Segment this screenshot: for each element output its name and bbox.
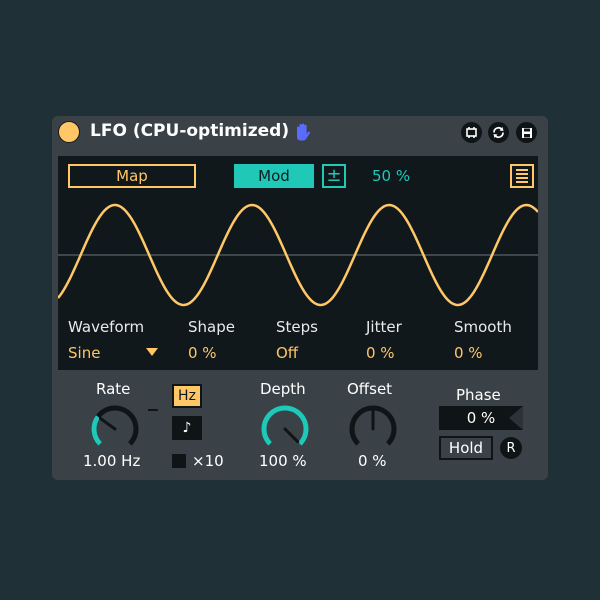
retrigger-button[interactable]: R (500, 437, 522, 459)
menu-button[interactable] (510, 164, 534, 188)
rate-value[interactable]: 1.00 Hz (83, 452, 140, 470)
rate-label: Rate (96, 380, 131, 398)
depth-knob[interactable] (258, 402, 312, 452)
x10-label: ×10 (192, 452, 224, 470)
mod-amount[interactable]: 50 % (372, 167, 410, 185)
save-button[interactable] (516, 122, 537, 143)
lfo-display: Map Mod ± 50 % Waveform Shape Steps Jitt… (58, 156, 538, 370)
power-button[interactable] (58, 121, 80, 143)
param-label-shape: Shape (188, 318, 235, 336)
waveform-select[interactable]: Sine (68, 344, 100, 362)
note-button[interactable]: ♪ (172, 416, 202, 440)
title-bar: LFO (CPU-optimized) (52, 116, 548, 148)
param-label-jitter: Jitter (366, 318, 402, 336)
offset-value[interactable]: 0 % (358, 452, 387, 470)
param-label-smooth: Smooth (454, 318, 512, 336)
menu-icon (516, 169, 528, 171)
param-label-steps: Steps (276, 318, 318, 336)
refresh-button[interactable] (488, 122, 509, 143)
sync-button[interactable] (461, 122, 482, 143)
waveform-display (58, 203, 538, 307)
phase-slider[interactable]: 0 % (439, 406, 523, 430)
offset-knob[interactable] (346, 402, 400, 452)
steps-value[interactable]: Off (276, 344, 298, 362)
rate-link-line (148, 409, 158, 411)
bipolar-button[interactable]: ± (322, 164, 346, 188)
map-button[interactable]: Map (68, 164, 196, 188)
smooth-value[interactable]: 0 % (454, 344, 483, 362)
lfo-device: LFO (CPU-optimized) Map Mod ± 50 % Wavef… (52, 116, 548, 480)
param-label-waveform: Waveform (68, 318, 145, 336)
chevron-down-icon[interactable] (146, 348, 158, 356)
mod-button[interactable]: Mod (234, 164, 314, 188)
refresh-icon (493, 127, 504, 138)
x10-checkbox[interactable] (172, 454, 186, 468)
depth-label: Depth (260, 380, 306, 398)
phase-value: 0 % (466, 409, 496, 427)
phase-label: Phase (456, 386, 501, 404)
hand-icon[interactable] (292, 122, 312, 142)
sync-icon (466, 127, 477, 138)
hold-button[interactable]: Hold (439, 436, 493, 460)
hz-button[interactable]: Hz (172, 384, 202, 408)
rate-knob[interactable] (88, 402, 142, 452)
offset-label: Offset (347, 380, 393, 398)
jitter-value[interactable]: 0 % (366, 344, 395, 362)
device-title: LFO (CPU-optimized) (90, 121, 290, 141)
save-icon (521, 127, 532, 138)
depth-value[interactable]: 100 % (259, 452, 307, 470)
phase-slider-handle (509, 406, 523, 430)
shape-value[interactable]: 0 % (188, 344, 217, 362)
